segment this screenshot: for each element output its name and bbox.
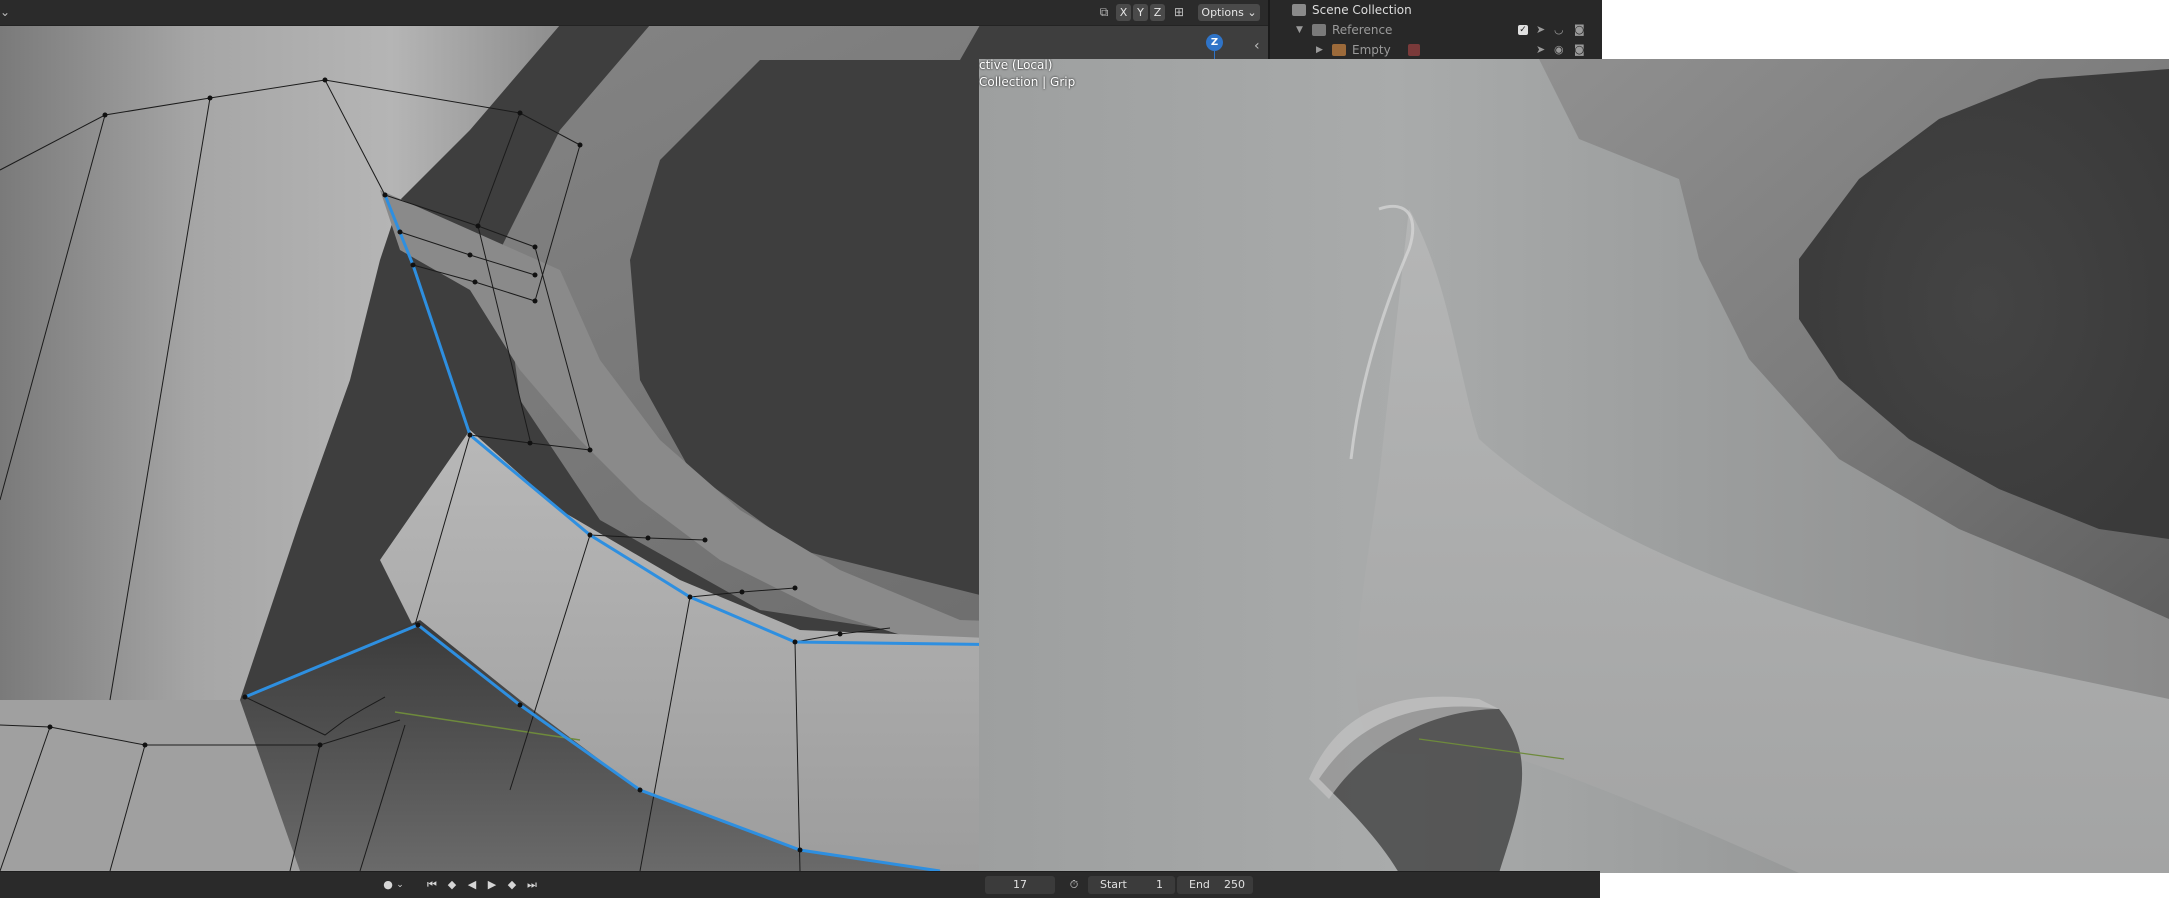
scene-collection-label: Scene Collection <box>1312 3 1412 17</box>
sidebar-toggle-arrow-icon[interactable]: ‹ <box>1254 38 1260 54</box>
play-reverse-icon[interactable]: ◀ <box>462 876 482 894</box>
snap-icon[interactable]: ⊞ <box>1170 4 1188 21</box>
collection-icon <box>1312 24 1326 36</box>
end-value: 250 <box>1224 878 1245 891</box>
editor-type-chevron-icon[interactable]: ⌄ <box>0 4 10 21</box>
outliner-row-scene-collection[interactable]: Scene Collection <box>1270 0 1602 20</box>
viewport-header: ⌄ ⧉ X Y Z ⊞ Options ⌄ <box>0 0 1268 26</box>
select-cursor-icon[interactable]: ➤ <box>1536 20 1545 40</box>
play-icon[interactable]: ▶ <box>482 876 502 894</box>
next-keyframe-icon[interactable]: ◆ <box>502 876 522 894</box>
exclude-checkbox[interactable]: ✓ <box>1518 25 1528 35</box>
camera-icon[interactable]: ◙ <box>1574 40 1585 60</box>
start-frame-field[interactable]: Start 1 <box>1088 876 1175 894</box>
chevron-right-icon[interactable]: ▶ <box>1316 40 1323 60</box>
empty-label: Empty <box>1352 43 1391 57</box>
mirror-x-toggle[interactable]: X <box>1116 4 1131 21</box>
empty-object-icon <box>1332 44 1346 56</box>
eye-icon[interactable]: ◉ <box>1554 40 1564 60</box>
render-preview-drawing <box>979 59 2169 873</box>
timeline-bar: ● ⌄ ⏮ ◆ ◀ ▶ ◆ ⏭ 17 ⏱ Start 1 End 250 <box>0 871 1600 898</box>
options-label: Options <box>1201 6 1244 19</box>
camera-icon[interactable]: ◙ <box>1574 20 1585 40</box>
outliner-row-empty[interactable]: ▶ Empty ➤ ◉ ◙ <box>1270 40 1602 60</box>
mirror-y-toggle[interactable]: Y <box>1133 4 1148 21</box>
gizmo-z-line <box>1214 51 1215 59</box>
start-label: Start <box>1100 878 1127 891</box>
start-value: 1 <box>1156 878 1163 891</box>
collection-icon <box>1292 4 1306 16</box>
jump-start-icon[interactable]: ⏮ <box>422 876 442 894</box>
image-data-icon <box>1408 44 1420 56</box>
viewport-view-label: ctive (Local) <box>979 59 1053 72</box>
render-preview-image: ctive (Local) Collection | Grip <box>979 59 2169 873</box>
outliner-row-reference[interactable]: ▼ Reference ✓ ➤ ◡ ◙ <box>1270 20 1602 40</box>
end-label: End <box>1189 878 1210 891</box>
gizmo-z-axis[interactable]: Z <box>1206 34 1223 51</box>
chevron-down-icon: ⌄ <box>1247 6 1257 19</box>
prev-keyframe-icon[interactable]: ◆ <box>442 876 462 894</box>
options-dropdown[interactable]: Options ⌄ <box>1198 4 1260 21</box>
select-cursor-icon[interactable]: ➤ <box>1536 40 1545 60</box>
chevron-down-icon[interactable]: ⌄ <box>394 876 406 894</box>
hide-eye-closed-icon[interactable]: ◡ <box>1554 20 1564 40</box>
jump-end-icon[interactable]: ⏭ <box>522 876 542 894</box>
end-frame-field[interactable]: End 250 <box>1177 876 1253 894</box>
mirror-z-toggle[interactable]: Z <box>1150 4 1165 21</box>
viewport-collection-label: Collection | Grip <box>979 75 1076 89</box>
chevron-down-icon[interactable]: ▼ <box>1296 20 1303 40</box>
mirror-icon[interactable]: ⧉ <box>1095 4 1113 21</box>
current-frame-field[interactable]: 17 <box>985 876 1055 894</box>
stopwatch-icon[interactable]: ⏱ <box>1064 876 1084 894</box>
reference-label: Reference <box>1332 23 1393 37</box>
